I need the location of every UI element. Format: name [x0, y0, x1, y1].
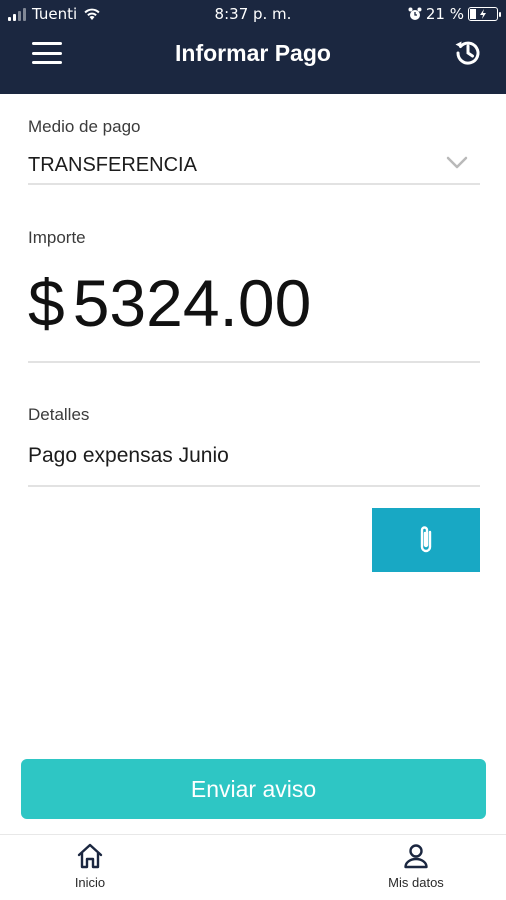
- payment-method-label: Medio de pago: [28, 117, 141, 136]
- chevron-down-icon[interactable]: [446, 156, 468, 170]
- top-bar: Tuenti 8:37 p. m. 21 % Informar Pago: [0, 0, 506, 94]
- amount-value: 5324.00: [72, 266, 312, 340]
- payment-method-divider: [28, 183, 480, 185]
- payment-method-select[interactable]: TRANSFERENCIA: [28, 154, 197, 177]
- amount-input[interactable]: $ 5324.00: [28, 265, 311, 341]
- amount-label: Importe: [28, 228, 86, 247]
- nav-mis-datos-label: Mis datos: [388, 875, 444, 890]
- status-right: 21 %: [408, 5, 501, 23]
- details-input[interactable]: Pago expensas Junio: [28, 444, 229, 468]
- alarm-icon: [408, 7, 422, 20]
- nav-inicio-label: Inicio: [74, 875, 106, 890]
- amount-divider: [28, 361, 480, 363]
- user-icon: [404, 844, 428, 869]
- send-notice-button[interactable]: Enviar aviso: [21, 759, 486, 819]
- currency-symbol: $: [28, 266, 65, 340]
- attach-button[interactable]: [372, 508, 480, 572]
- home-icon: [77, 843, 103, 869]
- battery-icon: [468, 7, 501, 21]
- page-title: Informar Pago: [175, 40, 331, 66]
- status-bar: Tuenti 8:37 p. m. 21 %: [0, 0, 506, 30]
- bottom-nav: Inicio Mis datos: [0, 834, 506, 900]
- details-divider: [28, 485, 480, 487]
- history-icon[interactable]: [452, 36, 484, 68]
- nav-item-mis-datos[interactable]: Mis datos: [376, 843, 456, 890]
- app-screen: Tuenti 8:37 p. m. 21 % Informar Pago Med…: [0, 0, 506, 900]
- details-label: Detalles: [28, 405, 90, 424]
- battery-percent: 21 %: [425, 5, 464, 23]
- paperclip-icon: [420, 526, 432, 553]
- nav-item-inicio[interactable]: Inicio: [60, 843, 120, 890]
